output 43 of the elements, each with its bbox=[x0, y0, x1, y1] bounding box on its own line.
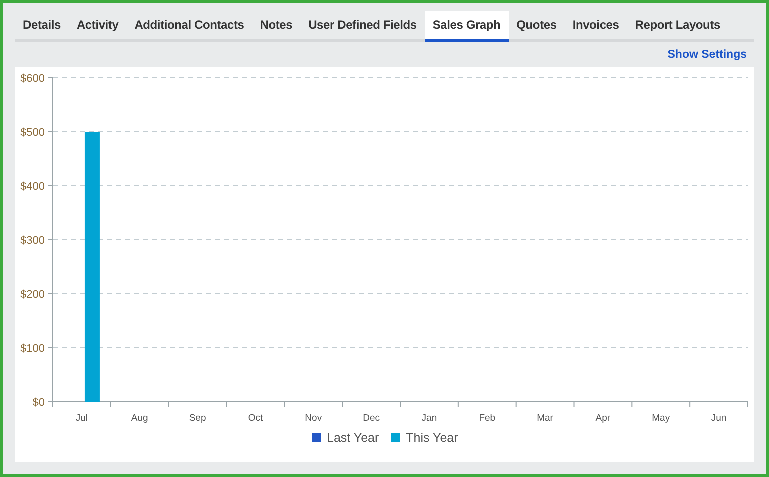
x-axis-label: May bbox=[652, 413, 670, 424]
x-tick-mark bbox=[516, 402, 517, 408]
tab[interactable]: Report Layouts bbox=[627, 11, 728, 42]
tab[interactable]: Sales Graph bbox=[424, 11, 509, 42]
x-axis-label: Aug bbox=[131, 413, 148, 424]
tab[interactable]: Activity bbox=[68, 11, 127, 42]
x-axis-label: Nov bbox=[305, 413, 322, 424]
y-axis-label: $400 bbox=[20, 181, 45, 193]
tab[interactable]: Quotes bbox=[508, 11, 565, 42]
x-tick-mark bbox=[690, 402, 691, 408]
x-axis-label: Oct bbox=[248, 413, 264, 424]
x-axis-label: Jul bbox=[76, 413, 88, 424]
y-axis-label: $600 bbox=[20, 73, 45, 85]
y-axis-label: $100 bbox=[20, 343, 45, 355]
tab[interactable]: Additional Contacts bbox=[126, 11, 252, 42]
x-axis-label: Jan bbox=[422, 413, 438, 424]
y-axis-label: $200 bbox=[20, 289, 45, 301]
x-tick-mark bbox=[52, 402, 54, 408]
x-tick-mark bbox=[168, 402, 170, 408]
x-tick-mark bbox=[110, 402, 112, 408]
tab[interactable]: Details bbox=[15, 11, 69, 42]
x-tick-mark bbox=[458, 402, 459, 408]
x-axis-label: Apr bbox=[596, 413, 611, 424]
x-axis-label: Mar bbox=[537, 413, 554, 424]
y-axis-label: $300 bbox=[20, 235, 45, 247]
x-tick-mark bbox=[400, 402, 401, 408]
x-axis-label: Feb bbox=[479, 413, 496, 424]
y-axis-label: $0 bbox=[32, 397, 45, 409]
tab[interactable]: Notes bbox=[252, 11, 301, 42]
x-axis-label: Jun bbox=[711, 413, 727, 424]
x-axis-label: Dec bbox=[363, 413, 380, 424]
tab[interactable]: User Defined Fields bbox=[300, 11, 425, 42]
x-tick-mark bbox=[226, 402, 228, 408]
x-tick-mark bbox=[574, 402, 575, 408]
legend-label[interactable]: Last Year bbox=[327, 431, 380, 445]
tab[interactable]: Invoices bbox=[564, 11, 628, 42]
x-axis-label: Sep bbox=[189, 413, 206, 424]
x-tick-mark bbox=[342, 402, 344, 408]
y-axis-label: $500 bbox=[20, 127, 45, 139]
x-tick-mark bbox=[284, 402, 286, 408]
legend-label[interactable]: This Year bbox=[406, 431, 458, 445]
show-settings-link[interactable]: Show Settings bbox=[668, 46, 747, 64]
x-tick-mark bbox=[632, 402, 633, 408]
